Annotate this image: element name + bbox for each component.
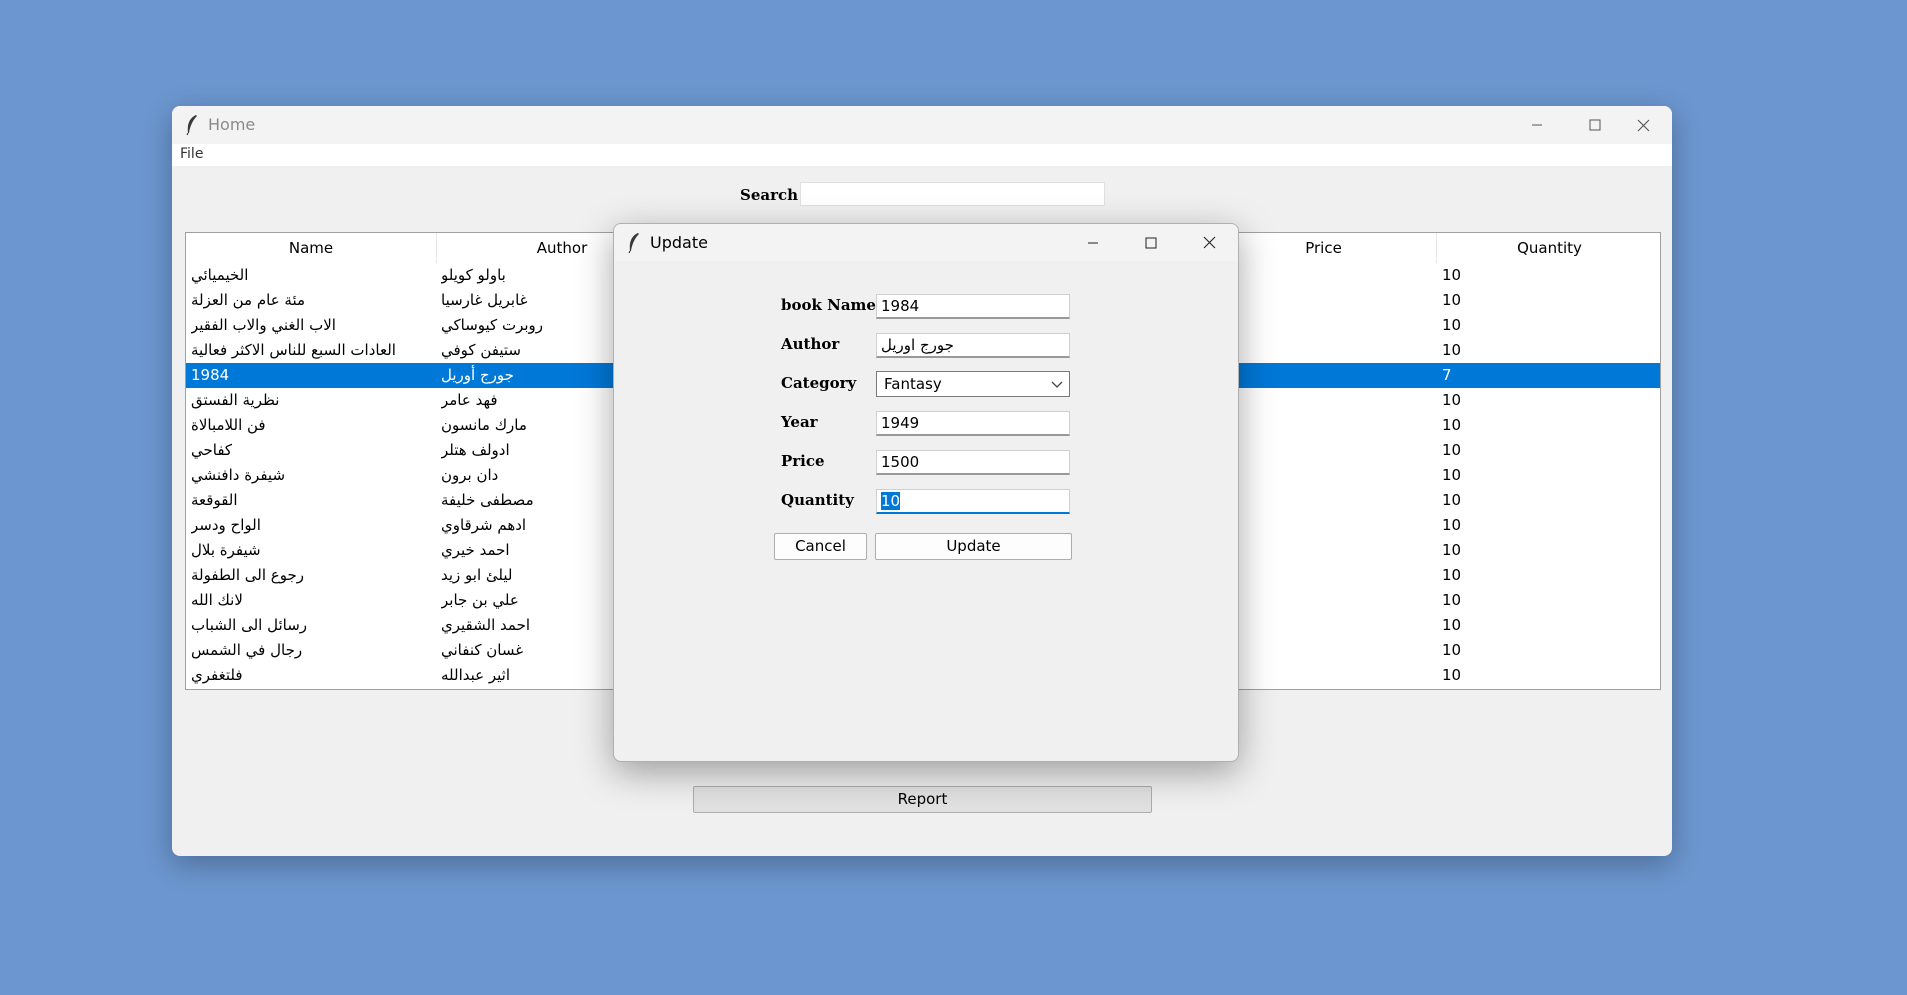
cell-name: الواح ودسر: [191, 516, 261, 534]
cell-author: احمد خيري: [441, 541, 510, 559]
dialog-maximize-button[interactable]: [1122, 224, 1180, 261]
quantity-label: Quantity: [781, 491, 854, 509]
main-titlebar[interactable]: Home: [172, 106, 1672, 144]
dialog-titlebar[interactable]: Update: [614, 224, 1238, 261]
search-input[interactable]: [800, 182, 1105, 206]
cell-author: ستيفن كوفي: [441, 341, 521, 359]
cell-name: لانك الله: [191, 591, 243, 609]
column-header-quantity[interactable]: Quantity: [1437, 233, 1660, 263]
cell-name: رجوع الى الطفولة: [191, 566, 304, 584]
close-button[interactable]: [1614, 106, 1672, 144]
cell-quantity: 10: [1442, 291, 1462, 309]
column-header-price[interactable]: Price: [1211, 233, 1437, 263]
update-button[interactable]: Update: [875, 533, 1072, 560]
minimize-button[interactable]: [1508, 106, 1566, 144]
book-name-field[interactable]: 1984: [876, 294, 1070, 319]
cell-author: غسان كنفاني: [441, 641, 524, 659]
cell-quantity: 10: [1442, 666, 1462, 684]
cell-author: دان برون: [441, 466, 499, 484]
cell-author: جورج أوريل: [441, 366, 514, 384]
minimize-icon: [1532, 124, 1542, 126]
year-field[interactable]: 1949: [876, 411, 1070, 436]
cell-author: ادولف هتلر: [441, 441, 510, 459]
cell-quantity: 10: [1442, 266, 1462, 284]
column-header-name[interactable]: Name: [186, 233, 437, 263]
category-select[interactable]: Fantasy: [876, 371, 1070, 397]
cell-quantity: 10: [1442, 316, 1462, 334]
category-value: Fantasy: [884, 375, 942, 393]
category-label: Category: [781, 374, 857, 392]
cell-quantity: 10: [1442, 516, 1462, 534]
cell-name: فن اللامبالاة: [191, 416, 266, 434]
cell-name: رجال في الشمس: [191, 641, 303, 659]
cell-author: احمد الشقيري: [441, 616, 531, 634]
cell-author: روبرت كيوساكي: [441, 316, 544, 334]
window-title: Home: [208, 115, 256, 134]
cell-name: القوقعة: [191, 491, 238, 509]
price-label: Price: [781, 452, 825, 470]
cell-quantity: 10: [1442, 566, 1462, 584]
maximize-icon: [1589, 119, 1601, 131]
cell-name: فلتغفري: [191, 666, 243, 684]
author-field[interactable]: جورج اوريل: [876, 333, 1070, 358]
book-name-label: book Name: [781, 296, 876, 314]
cell-name: رسائل الى الشباب: [191, 616, 308, 634]
cell-name: شيفرة دافنشي: [191, 466, 286, 484]
cell-author: مصطفى خليفة: [441, 491, 534, 509]
cell-name: مئة عام من العزلة: [191, 291, 306, 309]
cell-author: فهد عامر: [441, 391, 498, 409]
cell-name: كفاحي: [191, 441, 233, 459]
quantity-value: 10: [881, 492, 901, 510]
price-field[interactable]: 1500: [876, 450, 1070, 475]
cell-author: باولو كويلو: [441, 266, 506, 284]
cell-author: ليلئ ابو زيد: [441, 566, 513, 584]
maximize-icon: [1145, 237, 1157, 248]
dialog-title: Update: [650, 233, 708, 252]
cell-name: الاب الغني والاب الفقير: [191, 316, 336, 334]
feather-icon: [628, 233, 639, 254]
cell-name: الخيميائي: [191, 266, 249, 284]
menu-file[interactable]: File: [180, 146, 203, 162]
menubar: File: [172, 144, 1672, 166]
year-label: Year: [781, 413, 818, 431]
cell-quantity: 10: [1442, 416, 1462, 434]
close-icon: [1637, 119, 1649, 131]
cell-quantity: 10: [1442, 341, 1462, 359]
cell-author: مارك مانسون: [441, 416, 527, 434]
cell-quantity: 10: [1442, 541, 1462, 559]
chevron-down-icon: [1051, 381, 1063, 388]
cell-name: 1984: [191, 366, 230, 384]
cell-name: نظرية الفستق: [191, 391, 280, 409]
minimize-icon: [1088, 242, 1098, 243]
author-label: Author: [781, 335, 840, 353]
cell-author: غابريل غارسيا: [441, 291, 528, 309]
update-dialog: Update book Name 1984 Author جورج اوريل …: [613, 223, 1239, 762]
cell-quantity: 10: [1442, 441, 1462, 459]
cell-name: العادات السبع للناس الاكثر فعالية: [191, 341, 396, 359]
feather-icon: [186, 115, 197, 136]
cell-quantity: 10: [1442, 491, 1462, 509]
cell-author: اثير عبدالله: [441, 666, 511, 684]
cell-author: علي بن جابر: [441, 591, 519, 609]
cell-name: شيفرة بلال: [191, 541, 261, 559]
quantity-field[interactable]: 10: [876, 489, 1070, 514]
cell-quantity: 7: [1442, 366, 1452, 384]
cell-quantity: 10: [1442, 641, 1462, 659]
dialog-close-button[interactable]: [1180, 224, 1238, 261]
search-label: Search: [740, 186, 799, 204]
cancel-button[interactable]: Cancel: [774, 533, 867, 560]
report-button[interactable]: Report: [693, 786, 1152, 813]
cell-quantity: 10: [1442, 466, 1462, 484]
cell-quantity: 10: [1442, 591, 1462, 609]
dialog-minimize-button[interactable]: [1064, 224, 1122, 261]
cell-quantity: 10: [1442, 391, 1462, 409]
cell-author: ادهم شرقاوي: [441, 516, 527, 534]
close-icon: [1203, 236, 1215, 249]
cell-quantity: 10: [1442, 616, 1462, 634]
